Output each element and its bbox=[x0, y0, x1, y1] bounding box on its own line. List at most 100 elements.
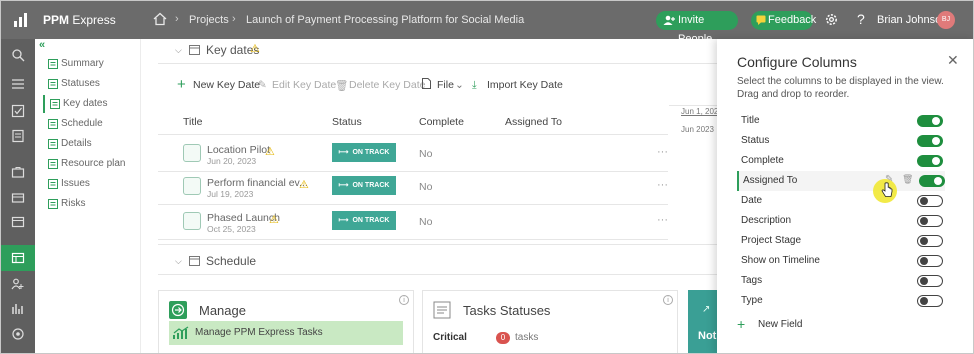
column-option-tags[interactable]: Tags bbox=[737, 271, 945, 291]
sidebar-item-statuses[interactable]: Statuses bbox=[43, 75, 141, 93]
help-icon[interactable]: ? bbox=[857, 11, 865, 27]
manage-card: Manage i Manage PPM Express Tasks bbox=[158, 290, 414, 353]
toggle-knob bbox=[920, 256, 928, 265]
avatar[interactable]: BJ bbox=[937, 11, 955, 29]
sidebar-item-key-dates[interactable]: Key dates bbox=[43, 95, 141, 113]
new-field-button[interactable]: New Field bbox=[758, 319, 802, 330]
project-board-icon[interactable] bbox=[11, 251, 25, 265]
collapse-nav-button[interactable]: « bbox=[39, 39, 45, 51]
manage-card-title: Manage bbox=[199, 303, 246, 318]
breadcrumb-projects[interactable]: Projects bbox=[189, 14, 229, 26]
sidebar-item-label: Issues bbox=[61, 178, 90, 189]
column-toggle[interactable] bbox=[917, 195, 943, 207]
trend-icon: ↗ bbox=[702, 304, 711, 315]
status-badge[interactable]: ⟼ ON TRACK bbox=[332, 176, 396, 195]
more-options-icon[interactable]: ··· bbox=[657, 214, 668, 226]
home-icon[interactable] bbox=[153, 12, 167, 26]
task-statuses-title: Tasks Statuses bbox=[463, 303, 551, 318]
gear-icon[interactable] bbox=[824, 12, 839, 27]
new-key-date-button[interactable]: New Key Date bbox=[193, 79, 260, 91]
document-icon[interactable] bbox=[11, 129, 25, 143]
feedback-icon bbox=[756, 15, 766, 25]
sidebar-item-summary[interactable]: Summary bbox=[43, 55, 141, 73]
column-header-status[interactable]: Status bbox=[332, 116, 362, 128]
chevron-down-icon[interactable]: ⌵ bbox=[175, 256, 182, 267]
status-badge[interactable]: ⟼ ON TRACK bbox=[332, 211, 396, 230]
manage-tasks-label: Manage PPM Express Tasks bbox=[195, 327, 323, 338]
trash-icon: 🗑 bbox=[335, 80, 349, 92]
manage-tasks-link[interactable]: Manage PPM Express Tasks bbox=[169, 321, 403, 345]
file-icon bbox=[422, 78, 431, 89]
column-header-assigned-to[interactable]: Assigned To bbox=[505, 116, 562, 128]
import-key-date-button[interactable]: Import Key Date bbox=[487, 79, 563, 91]
breadcrumb-project-name[interactable]: Launch of Payment Processing Platform fo… bbox=[246, 14, 524, 26]
sidebar-item-issues[interactable]: Issues bbox=[43, 175, 141, 193]
info-icon[interactable]: i bbox=[399, 295, 409, 305]
column-header-complete[interactable]: Complete bbox=[419, 116, 464, 128]
task-statuses-card: Tasks Statuses i Critical bbox=[422, 290, 678, 353]
checkbox-icon[interactable] bbox=[11, 104, 25, 118]
delete-key-date-button[interactable]: Delete Key Date bbox=[349, 79, 425, 91]
column-toggle[interactable] bbox=[917, 215, 943, 227]
add-user-icon bbox=[663, 15, 675, 25]
column-toggle[interactable] bbox=[917, 155, 943, 167]
key-dates-icon bbox=[50, 99, 60, 109]
file-menu-button[interactable]: File bbox=[437, 79, 454, 91]
app-logo-icon[interactable] bbox=[11, 10, 31, 30]
chevron-down-icon[interactable]: ⌵ bbox=[175, 45, 182, 56]
sidebar-item-label: Summary bbox=[61, 58, 104, 69]
toggle-knob bbox=[920, 296, 928, 305]
column-toggle[interactable] bbox=[917, 235, 943, 247]
column-option-show-on-timeline[interactable]: Show on Timeline bbox=[737, 251, 945, 271]
schedule-icon bbox=[48, 119, 58, 129]
sidebar-item-label: Details bbox=[61, 138, 92, 149]
hand-cursor-icon bbox=[881, 182, 893, 197]
column-header-title[interactable]: Title bbox=[183, 116, 202, 128]
arrow-right-icon: ⟼ bbox=[338, 149, 353, 156]
edit-icon: ✎ bbox=[258, 79, 267, 91]
column-option-status[interactable]: Status bbox=[737, 131, 945, 151]
column-toggle[interactable] bbox=[917, 275, 943, 287]
column-option-project-stage[interactable]: Project Stage bbox=[737, 231, 945, 251]
column-toggle[interactable] bbox=[917, 255, 943, 267]
breadcrumb-separator: › bbox=[232, 13, 236, 25]
column-option-type[interactable]: Type bbox=[737, 291, 945, 311]
invite-people-button[interactable]: Invite People bbox=[656, 11, 738, 45]
briefcase-icon[interactable] bbox=[11, 165, 25, 179]
column-option-label: Assigned To bbox=[743, 175, 798, 186]
column-toggle[interactable] bbox=[919, 175, 945, 187]
key-date-title[interactable]: Location Pilot bbox=[207, 144, 270, 156]
arrow-right-circle-icon[interactable] bbox=[169, 301, 187, 319]
sidebar-item-details[interactable]: Details bbox=[43, 135, 141, 153]
feedback-button[interactable]: Feedback bbox=[751, 11, 816, 30]
search-icon[interactable] bbox=[11, 48, 25, 62]
reports-icon[interactable] bbox=[11, 302, 25, 316]
column-toggle[interactable] bbox=[917, 295, 943, 307]
column-toggle[interactable] bbox=[917, 135, 943, 147]
more-options-icon[interactable]: ··· bbox=[657, 179, 668, 191]
column-option-complete[interactable]: Complete bbox=[737, 151, 945, 171]
complete-value: No bbox=[419, 148, 433, 160]
sidebar-item-resource-plan[interactable]: Resource plan bbox=[43, 155, 141, 173]
more-options-icon[interactable]: ··· bbox=[657, 146, 668, 158]
left-rail bbox=[1, 39, 35, 353]
close-icon[interactable]: ✕ bbox=[947, 52, 959, 69]
column-option-assigned-to[interactable]: Assigned To✎🗑 bbox=[737, 171, 945, 191]
portfolio-icon[interactable] bbox=[11, 190, 25, 204]
menu-icon[interactable] bbox=[11, 77, 25, 91]
integrations-icon[interactable] bbox=[11, 327, 25, 341]
key-date-title[interactable]: Perform financial ev... bbox=[207, 177, 308, 189]
resources-icon[interactable] bbox=[11, 277, 25, 291]
trash-icon[interactable]: 🗑 bbox=[902, 174, 913, 185]
column-option-label: Title bbox=[741, 115, 760, 126]
projects-icon[interactable] bbox=[11, 215, 25, 229]
column-option-title[interactable]: Title bbox=[737, 111, 945, 131]
column-option-date[interactable]: Date bbox=[737, 191, 945, 211]
column-option-description[interactable]: Description bbox=[737, 211, 945, 231]
edit-key-date-button[interactable]: Edit Key Date bbox=[272, 79, 336, 91]
column-toggle[interactable] bbox=[917, 115, 943, 127]
status-badge[interactable]: ⟼ ON TRACK bbox=[332, 143, 396, 162]
sidebar-item-risks[interactable]: Risks bbox=[43, 195, 141, 213]
sidebar-item-schedule[interactable]: Schedule bbox=[43, 115, 141, 133]
info-icon[interactable]: i bbox=[663, 295, 673, 305]
